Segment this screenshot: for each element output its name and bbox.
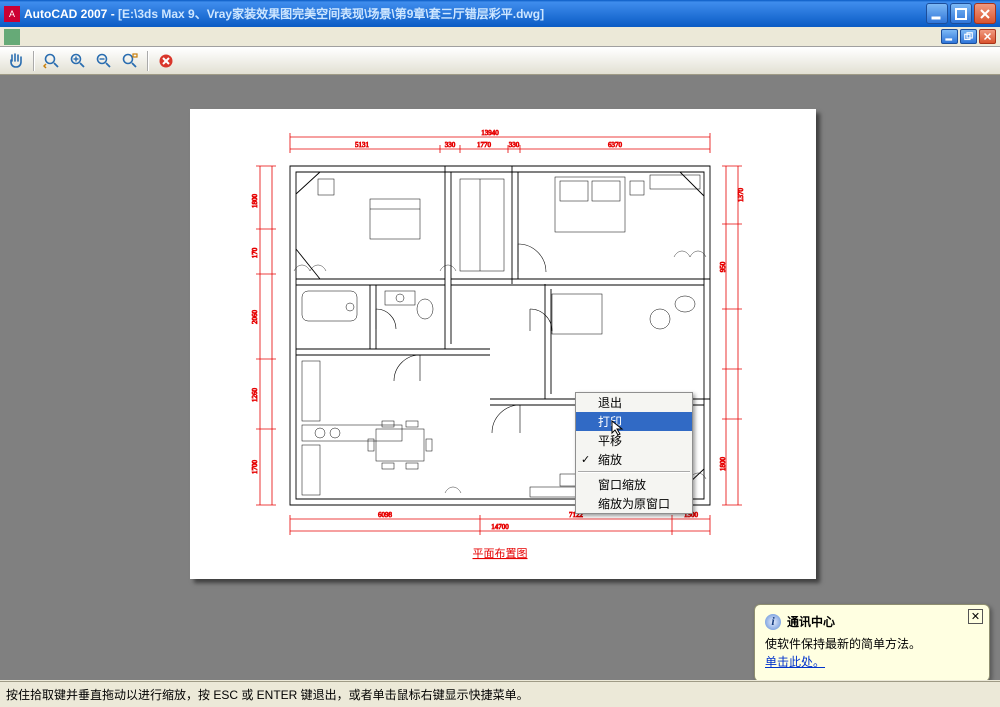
menu-item-print[interactable]: 打印 xyxy=(576,412,692,431)
notification-title-row: i 通讯中心 xyxy=(765,613,979,630)
svg-text:6098: 6098 xyxy=(378,511,393,519)
app-name: AutoCAD 2007 xyxy=(24,7,107,21)
svg-text:170: 170 xyxy=(251,247,259,258)
zoom-previous-tool[interactable] xyxy=(40,49,64,73)
menu-separator xyxy=(578,471,690,473)
menu-item-exit[interactable]: 退出 xyxy=(576,393,692,412)
titlebar: A AutoCAD 2007 - [E:\3ds Max 9、Vray家装效果图… xyxy=(0,0,1000,27)
child-restore-button[interactable] xyxy=(960,29,977,44)
status-text: 按住拾取键并垂直拖动以进行缩放，按 ESC 或 ENTER 键退出，或者单击鼠标… xyxy=(6,686,529,703)
document-icon xyxy=(4,29,20,45)
workspace: 13940 5131 330 1770 330 6370 1800 170 20… xyxy=(0,75,1000,680)
svg-text:1770: 1770 xyxy=(477,141,492,149)
svg-text:330: 330 xyxy=(509,141,520,149)
zoom-out-tool[interactable] xyxy=(92,49,116,73)
drawing-title: 平面布置图 xyxy=(473,547,528,560)
notification-title: 通讯中心 xyxy=(787,613,835,630)
notification-close-button[interactable]: ✕ xyxy=(968,609,983,624)
close-button[interactable] xyxy=(974,3,996,24)
statusbar: 按住拾取键并垂直拖动以进行缩放，按 ESC 或 ENTER 键退出，或者单击鼠标… xyxy=(0,681,1000,707)
child-titlebar xyxy=(0,27,1000,47)
svg-text:2060: 2060 xyxy=(251,310,259,325)
menu-item-zoom[interactable]: ✓缩放 xyxy=(576,450,692,469)
info-icon: i xyxy=(765,614,781,630)
zoom-in-tool[interactable] xyxy=(66,49,90,73)
svg-text:6370: 6370 xyxy=(608,141,623,149)
pan-tool[interactable] xyxy=(4,49,28,73)
file-path: [E:\3ds Max 9、Vray家装效果图完美空间表现\场景\第9章\套三厅… xyxy=(118,7,544,21)
notification-balloon: ✕ i 通讯中心 使软件保持最新的简单方法。 单击此处。 xyxy=(754,604,990,680)
notification-link[interactable]: 单击此处。 xyxy=(765,655,825,669)
svg-text:1370: 1370 xyxy=(737,188,745,203)
svg-text:950: 950 xyxy=(719,261,727,272)
toolbar-separator xyxy=(147,51,149,71)
floor-plan-drawing: 13940 5131 330 1770 330 6370 1800 170 20… xyxy=(190,109,816,579)
svg-text:5131: 5131 xyxy=(355,141,370,149)
maximize-button[interactable] xyxy=(950,3,972,24)
svg-text:330: 330 xyxy=(445,141,456,149)
drawing-paper[interactable]: 13940 5131 330 1770 330 6370 1800 170 20… xyxy=(190,109,816,579)
notification-body: 使软件保持最新的简单方法。 单击此处。 xyxy=(765,635,979,671)
menu-item-zoom-window[interactable]: 窗口缩放 xyxy=(576,475,692,494)
window-buttons xyxy=(926,3,996,24)
delete-tool[interactable] xyxy=(154,49,178,73)
toolbar xyxy=(0,47,1000,75)
svg-text:1260: 1260 xyxy=(251,388,259,403)
menu-item-zoom-original[interactable]: 缩放为原窗口 xyxy=(576,494,692,513)
toolbar-separator xyxy=(33,51,35,71)
menu-item-pan[interactable]: 平移 xyxy=(576,431,692,450)
svg-text:1800: 1800 xyxy=(251,194,259,209)
child-minimize-button[interactable] xyxy=(941,29,958,44)
svg-text:1800: 1800 xyxy=(719,457,727,472)
child-window-buttons xyxy=(941,29,996,44)
svg-text:14700: 14700 xyxy=(491,523,509,531)
check-icon: ✓ xyxy=(581,453,590,466)
child-close-button[interactable] xyxy=(979,29,996,44)
svg-text:13940: 13940 xyxy=(481,129,499,137)
app-icon: A xyxy=(4,6,20,22)
svg-text:1700: 1700 xyxy=(251,460,259,475)
minimize-button[interactable] xyxy=(926,3,948,24)
context-menu: 退出 打印 平移 ✓缩放 窗口缩放 缩放为原窗口 xyxy=(575,392,693,514)
titlebar-text: AutoCAD 2007 - [E:\3ds Max 9、Vray家装效果图完美… xyxy=(24,5,926,22)
zoom-window-tool[interactable] xyxy=(118,49,142,73)
